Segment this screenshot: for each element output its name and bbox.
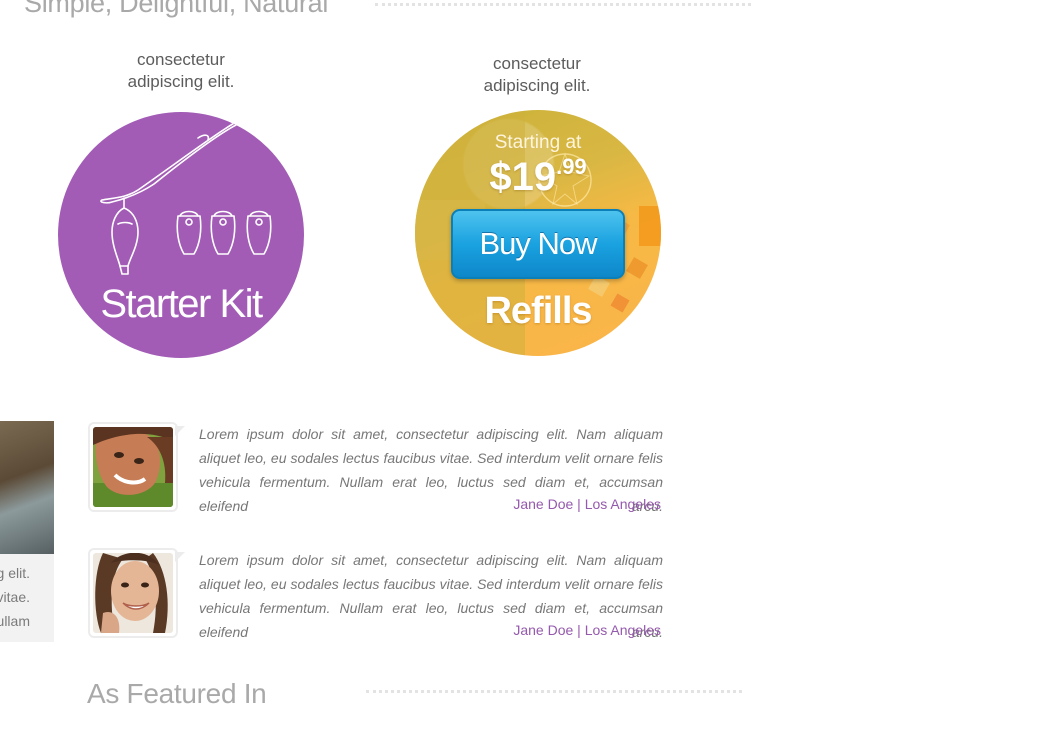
partial-card-photo (0, 421, 54, 554)
starter-kit-caption: consectetur adipiscing elit. (61, 49, 301, 93)
avatar-frame (88, 422, 185, 512)
refills-caption: consectetur adipiscing elit. (417, 53, 657, 97)
refills-caption-line-1: consectetur (493, 54, 581, 73)
testimonial-author: Jane Doe | Los Angeles (513, 622, 661, 638)
avatar-frame (88, 548, 185, 638)
starter-caption-line-1: consectetur (137, 50, 225, 69)
section-title-simple: Simple, Delightful, Natural (24, 0, 329, 18)
refills-price: $19.99 (415, 154, 661, 200)
starter-kit-circle[interactable]: Starter Kit (58, 112, 304, 358)
starting-at-text: Starting at (494, 132, 582, 153)
testimonial-author: Jane Doe | Los Angeles (513, 496, 661, 512)
refills-circle[interactable]: Starting at $19.99 Buy Now Refills (415, 110, 661, 356)
dotted-divider (375, 3, 751, 6)
dotted-divider (366, 690, 742, 693)
avatar (93, 427, 173, 507)
price-cents: .99 (556, 154, 587, 179)
woman-portrait-icon (93, 553, 173, 633)
partial-card-line: vitae. (0, 589, 30, 605)
testimonial: Lorem ipsum dolor sit amet, consectetur … (88, 422, 668, 518)
price-dollars: $19 (489, 155, 557, 199)
partial-card-text: g elit. vitae. ullam (0, 561, 30, 633)
partial-card-line: g elit. (0, 565, 30, 581)
refills-caption-line-2: adipiscing elit. (483, 76, 591, 95)
starter-kit-label: Starter Kit (100, 282, 263, 326)
section-title-featured: As Featured In (87, 678, 267, 709)
woman-portrait-icon (93, 427, 173, 507)
testimonial: Lorem ipsum dolor sit amet, consectetur … (88, 548, 668, 644)
refills-label: Refills (484, 290, 592, 332)
avatar (93, 553, 173, 633)
partial-card-line: ullam (0, 613, 30, 629)
starter-caption-line-2: adipiscing elit. (127, 72, 235, 91)
buy-now-button[interactable]: Buy Now (451, 209, 625, 279)
partial-card: g elit. vitae. ullam (0, 421, 54, 642)
